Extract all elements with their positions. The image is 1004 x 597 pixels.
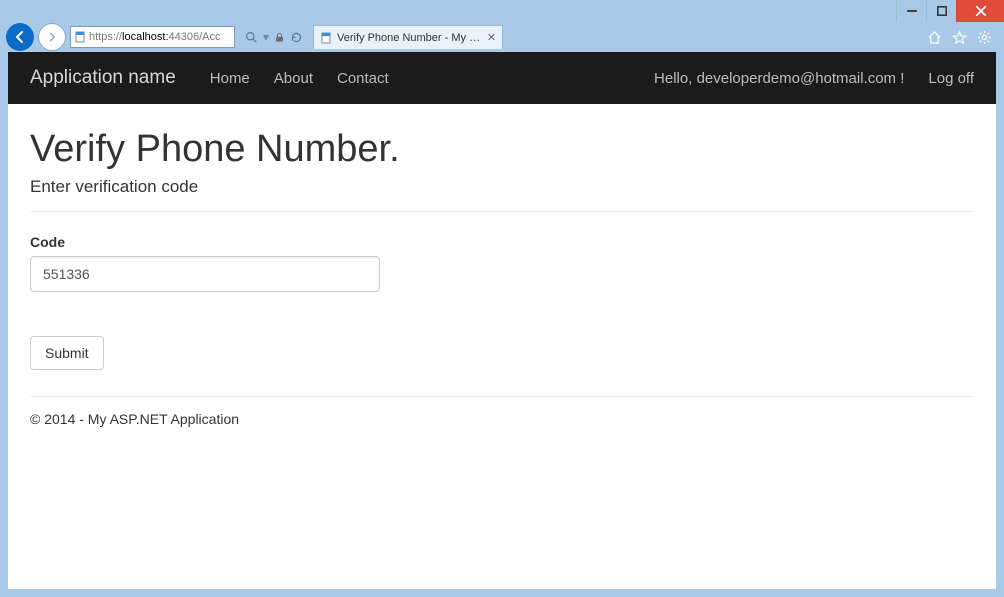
divider [30, 211, 974, 212]
maximize-icon [936, 5, 948, 17]
code-input[interactable] [30, 256, 380, 292]
footer-text: © 2014 - My ASP.NET Application [30, 411, 974, 427]
browser-right-icons [927, 30, 998, 45]
page-content: Verify Phone Number. Enter verification … [8, 104, 996, 437]
window-minimize-button[interactable] [896, 0, 926, 22]
separator: ▾ [263, 30, 269, 44]
brand-link[interactable]: Application name [30, 67, 176, 89]
tab-close-button[interactable]: ✕ [487, 31, 496, 44]
tab-title: Verify Phone Number - My … [337, 32, 480, 44]
star-icon[interactable] [952, 30, 967, 45]
back-button[interactable] [6, 23, 34, 51]
page-heading: Verify Phone Number. [30, 128, 974, 171]
nav-logoff[interactable]: Log off [928, 70, 974, 87]
window-maximize-button[interactable] [926, 0, 956, 22]
page-subheading: Enter verification code [30, 177, 974, 197]
browser-tab[interactable]: Verify Phone Number - My … ✕ [313, 25, 503, 49]
arrow-right-icon [46, 31, 58, 43]
home-icon[interactable] [927, 30, 942, 45]
nav-greeting[interactable]: Hello, developerdemo@hotmail.com ! [654, 70, 904, 87]
code-label: Code [30, 234, 974, 250]
window-titlebar [0, 0, 1004, 22]
minimize-icon [906, 5, 918, 17]
close-icon [975, 5, 987, 17]
page-icon [74, 31, 86, 43]
nav-home[interactable]: Home [210, 70, 250, 87]
footer-divider [30, 396, 974, 397]
address-icons: ▾ [239, 26, 309, 48]
page-viewport: Application name Home About Contact Hell… [8, 52, 996, 589]
page-icon [320, 32, 332, 44]
address-bar[interactable]: https://localhost:44306/Acc [70, 26, 235, 48]
refresh-icon[interactable] [290, 31, 303, 44]
arrow-left-icon [12, 29, 28, 45]
nav-about[interactable]: About [274, 70, 313, 87]
site-navbar: Application name Home About Contact Hell… [8, 52, 996, 104]
window-close-button[interactable] [956, 0, 1004, 22]
url-text: https://localhost:44306/Acc [89, 31, 231, 43]
search-icon[interactable] [245, 31, 258, 44]
lock-icon [274, 32, 285, 43]
browser-toolbar: https://localhost:44306/Acc ▾ Verify Pho… [0, 22, 1004, 52]
gear-icon[interactable] [977, 30, 992, 45]
submit-button[interactable]: Submit [30, 336, 104, 370]
forward-button[interactable] [38, 23, 66, 51]
nav-contact[interactable]: Contact [337, 70, 389, 87]
